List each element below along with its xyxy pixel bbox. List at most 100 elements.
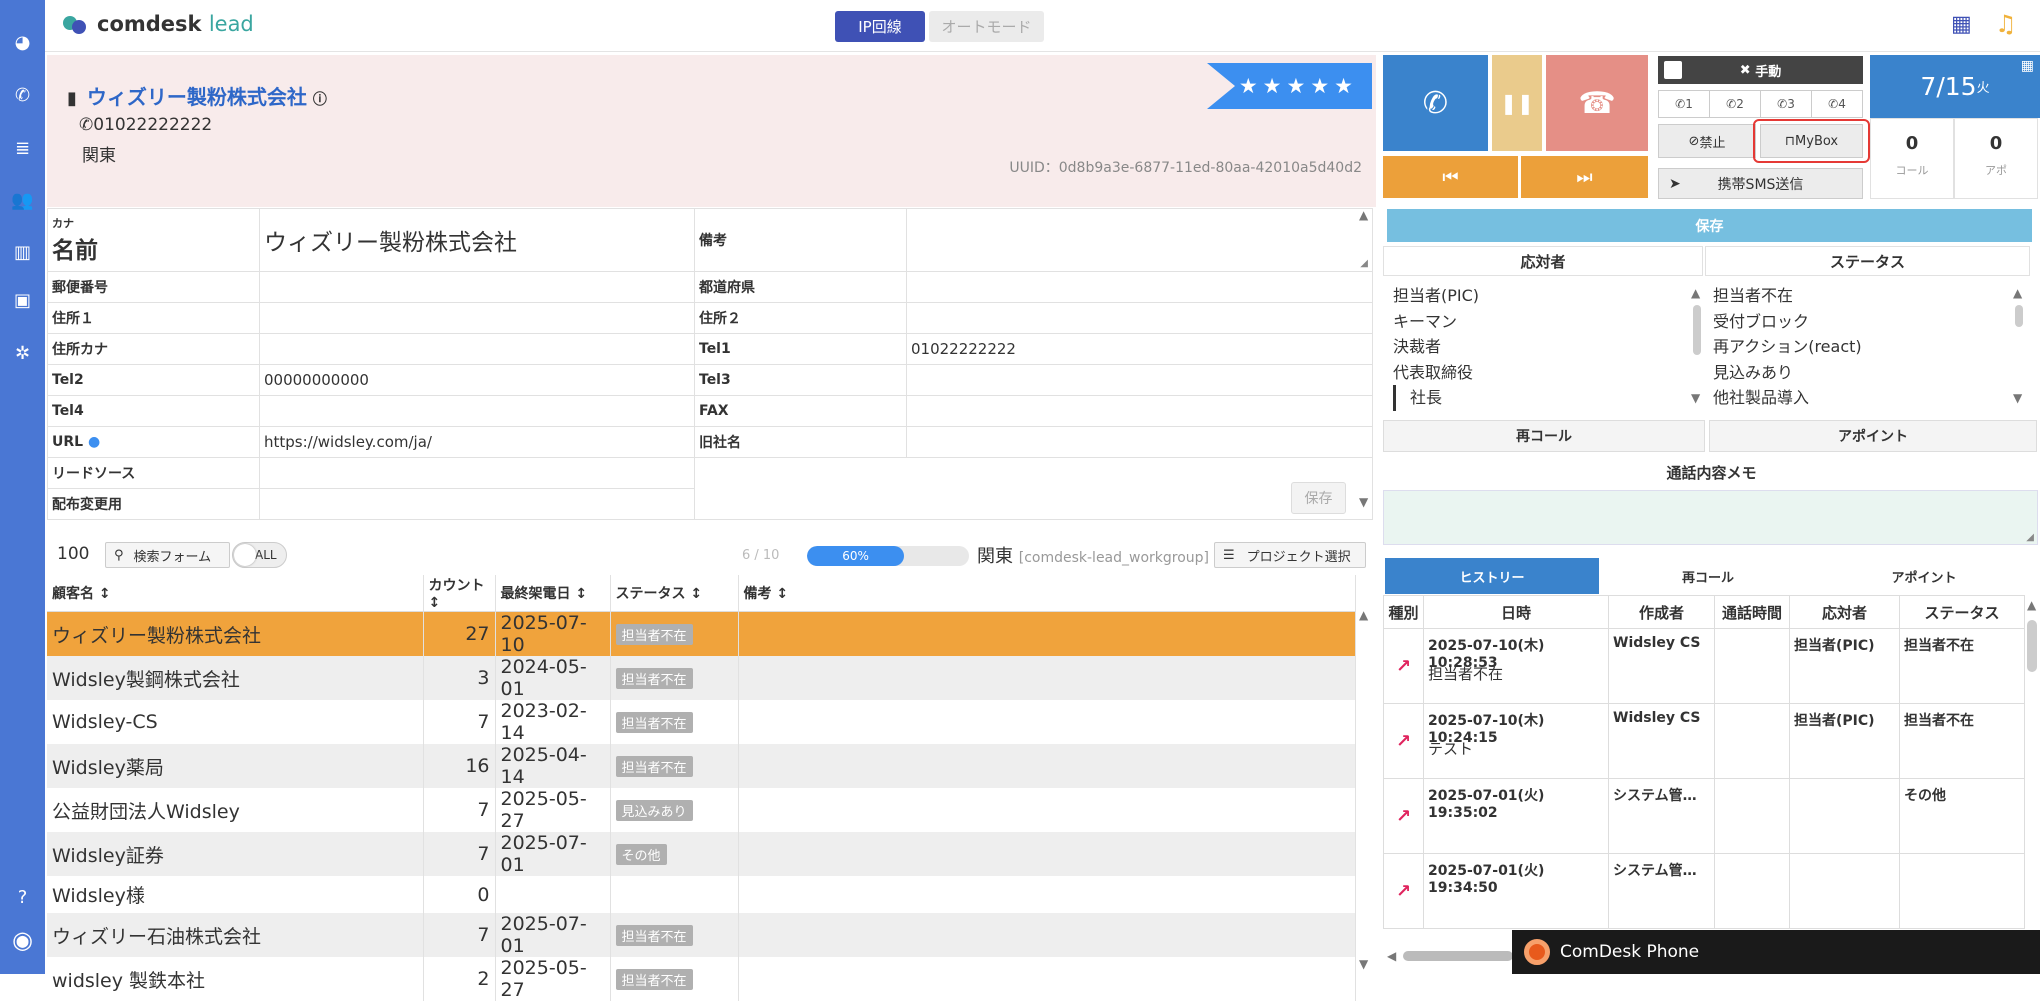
responder-option[interactable]: 社長 — [1393, 385, 1479, 411]
header-remarks[interactable]: 備考 ↕ — [738, 575, 1356, 612]
history-row[interactable]: ↗ 2025-07-10(木) 10:28:53 担当者不在 Widsley CS 担当… — [1383, 628, 2025, 704]
search-form-button[interactable]: ⚲ 検索フォーム — [105, 542, 230, 568]
prefecture-field[interactable] — [906, 271, 1373, 303]
distribution-field[interactable] — [259, 488, 695, 520]
history-hscrollbar[interactable] — [1403, 951, 1513, 961]
header-status[interactable]: ステータス ↕ — [610, 575, 739, 612]
appointment-button[interactable]: アポイント — [1709, 420, 2037, 452]
tab-appointment[interactable]: アポイント — [1817, 558, 2031, 594]
status-scrollbar[interactable] — [2015, 305, 2023, 327]
fax-field[interactable] — [906, 395, 1373, 427]
comdesk-phone-popup[interactable]: ComDesk Phone — [1512, 930, 2040, 974]
line-2-button[interactable]: ✆ 2 — [1710, 91, 1761, 117]
manual-checkbox[interactable] — [1664, 61, 1682, 79]
all-toggle[interactable]: ALL — [232, 542, 287, 568]
responder-option[interactable]: 代表取締役 — [1393, 360, 1479, 386]
sms-button[interactable]: ➤ 携帯SMS送信 — [1658, 168, 1863, 199]
history-row[interactable]: ↗ 2025-07-01(火) 19:34:50 システム管… — [1383, 853, 2025, 929]
line-1-button[interactable]: ✆ 1 — [1659, 91, 1710, 117]
table-row[interactable]: Widsley証券 7 2025-07-01 その他 — [47, 832, 1356, 876]
old-name-field[interactable] — [906, 426, 1373, 458]
manual-toggle[interactable]: ✖ 手動 — [1658, 56, 1863, 84]
header-last-call[interactable]: 最終架電日 ↕ — [495, 575, 611, 612]
pause-button[interactable]: ❚❚ — [1492, 55, 1542, 151]
tel3-field[interactable] — [906, 364, 1373, 396]
postal-field[interactable] — [259, 271, 695, 303]
table-row[interactable]: ウィズリー石油株式会社 7 2025-07-01 担当者不在 — [47, 913, 1356, 957]
hangup-button[interactable]: ☎ — [1546, 55, 1648, 151]
company-phone[interactable]: 01022222222 — [93, 115, 212, 135]
history-row[interactable]: ↗ 2025-07-01(火) 19:35:02 システム管… その他 — [1383, 778, 2025, 854]
responder-scrollbar[interactable] — [1693, 305, 1701, 355]
memo-textarea[interactable]: ◢ — [1383, 490, 2038, 545]
table-row[interactable]: 公益財団法人Widsley 7 2025-05-27 見込みあり — [47, 788, 1356, 832]
cell-customer-name[interactable]: Widsley証券 — [47, 832, 424, 876]
address1-field[interactable] — [259, 302, 695, 334]
responder-option[interactable]: キーマン — [1393, 309, 1479, 335]
tab-recall[interactable]: 再コール — [1601, 558, 1815, 594]
table-row[interactable]: ウィズリー製粉株式会社 27 2025-07-10 担当者不在 — [47, 611, 1356, 656]
cell-customer-name[interactable]: Widsley様 — [47, 876, 424, 913]
row-count[interactable]: 100 — [57, 544, 89, 564]
url-field[interactable]: https://widsley.com/ja/ — [259, 426, 695, 458]
scroll-up-icon[interactable]: ▲ — [1359, 208, 1368, 222]
status-option[interactable]: 見込みあり — [1713, 360, 1862, 386]
scroll-down-icon[interactable]: ▼ — [1359, 495, 1368, 509]
chart-icon[interactable]: ▥ — [0, 232, 45, 272]
next-button[interactable]: ⏭ — [1521, 156, 1648, 198]
history-row[interactable]: ↗ 2025-07-10(木) 10:24:15 テスト Widsley CS 担当者(… — [1383, 703, 2025, 779]
table-row[interactable]: Widsley薬局 16 2025-04-14 担当者不在 — [47, 744, 1356, 788]
history-scroll-left-icon[interactable]: ◀ — [1387, 949, 1396, 963]
cell-customer-name[interactable]: Widsley-CS — [47, 700, 424, 744]
status-option[interactable]: 他社製品導入 — [1713, 385, 1862, 411]
name-field[interactable]: ウィズリー製粉株式会社 — [264, 230, 517, 256]
info-icon[interactable]: ⓘ — [313, 92, 327, 108]
lead-source-field[interactable] — [259, 457, 695, 489]
line-4-button[interactable]: ✆ 4 — [1812, 91, 1862, 117]
table-row[interactable]: Widsley様 0 — [47, 876, 1356, 913]
ip-line-tab[interactable]: IP回線 — [835, 11, 925, 42]
auto-mode-tab[interactable]: オートモード — [929, 11, 1044, 42]
tel1-field[interactable]: 01022222222 — [906, 333, 1373, 365]
history-scrollbar[interactable] — [2027, 620, 2037, 672]
bell-icon[interactable]: ♫ — [1995, 10, 2017, 38]
user-avatar-icon[interactable]: ◉ — [0, 920, 45, 960]
star-rating[interactable]: ★★★★★ — [1207, 63, 1372, 109]
status-option[interactable]: 担当者不在 — [1713, 283, 1862, 309]
tab-history[interactable]: ヒストリー — [1385, 558, 1599, 594]
status-option[interactable]: 受付ブロック — [1713, 309, 1862, 335]
result-save-button[interactable]: 保存 — [1387, 209, 2032, 242]
address-kana-field[interactable] — [259, 333, 695, 365]
responder-option[interactable]: 決裁者 — [1393, 334, 1479, 360]
phone-icon[interactable]: ✆ — [0, 75, 45, 115]
info-save-button[interactable]: 保存 — [1291, 482, 1346, 514]
gear-icon[interactable]: ✲ — [0, 333, 45, 373]
previous-button[interactable]: ⏮ — [1383, 156, 1518, 198]
cell-customer-name[interactable]: 公益財団法人Widsley — [47, 788, 424, 832]
board-icon[interactable]: ▣ — [0, 280, 45, 320]
address2-field[interactable] — [906, 302, 1373, 334]
history-scroll-up-icon[interactable]: ▲ — [2027, 598, 2036, 612]
cell-customer-name[interactable]: ウィズリー石油株式会社 — [47, 913, 424, 957]
status-option[interactable]: 再アクション(react) — [1713, 334, 1862, 360]
status-scroll-down-icon[interactable]: ▼ — [2013, 391, 2022, 405]
database-icon[interactable]: ≣ — [0, 128, 45, 168]
line-3-button[interactable]: ✆ 3 — [1761, 91, 1812, 117]
users-icon[interactable]: 👥 — [0, 180, 45, 220]
table-row[interactable]: Widsley-CS 7 2023-02-14 担当者不在 — [47, 700, 1356, 744]
company-name[interactable]: ウィズリー製粉株式会社 — [87, 85, 307, 109]
help-icon[interactable]: ? — [0, 877, 45, 917]
list-scroll-down-icon[interactable]: ▼ — [1359, 957, 1368, 971]
dashboard-icon[interactable]: ◕ — [0, 22, 45, 62]
header-count[interactable]: カウント ↕ — [423, 575, 496, 612]
ban-button[interactable]: ⊘ 禁止 — [1658, 124, 1756, 158]
mini-calendar-icon[interactable]: ▦ — [2021, 58, 2034, 74]
responder-scroll-up-icon[interactable]: ▲ — [1691, 286, 1700, 300]
tel4-field[interactable] — [259, 395, 695, 427]
recall-button[interactable]: 再コール — [1383, 420, 1705, 452]
cell-customer-name[interactable]: Widsley薬局 — [47, 744, 424, 788]
globe-icon[interactable]: ● — [88, 434, 100, 450]
responder-scroll-down-icon[interactable]: ▼ — [1691, 391, 1700, 405]
status-scroll-up-icon[interactable]: ▲ — [2013, 286, 2022, 300]
responder-option[interactable]: 担当者(PIC) — [1393, 283, 1479, 309]
